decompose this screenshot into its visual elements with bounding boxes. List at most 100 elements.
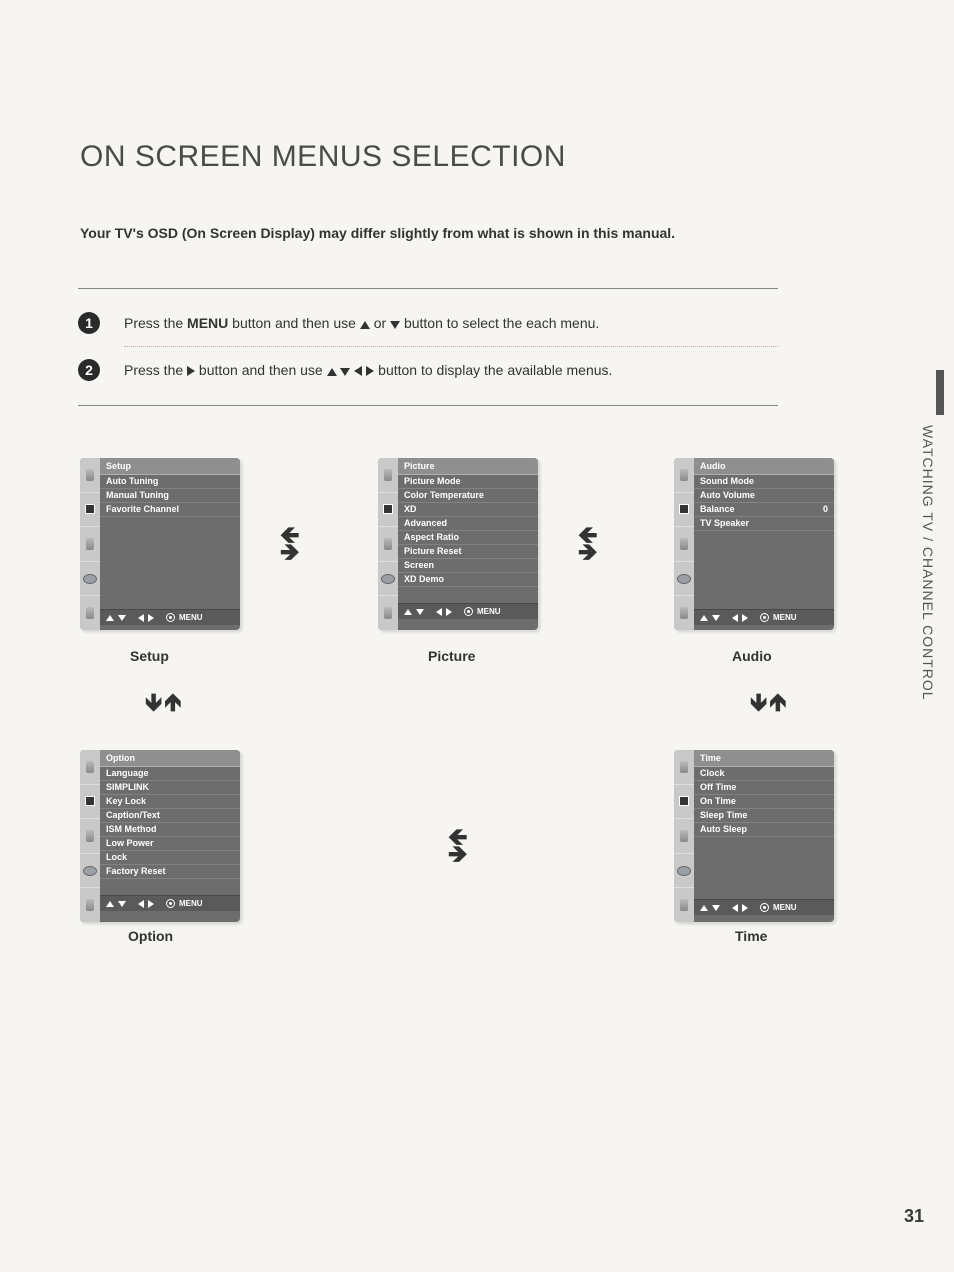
osd-time: Time Clock Off Time On Time Sleep Time A… xyxy=(674,750,834,922)
menu-item[interactable]: Manual Tuning xyxy=(100,489,240,503)
page-number: 31 xyxy=(904,1206,924,1227)
menu-item-balance[interactable]: Balance0 xyxy=(694,503,834,517)
sidebar-icon xyxy=(86,607,94,619)
osd-option: Option Language SIMPLINK Key Lock Captio… xyxy=(80,750,240,922)
sidebar-icon xyxy=(83,574,97,584)
up-arrow-icon xyxy=(404,609,412,615)
sidebar-icon xyxy=(85,796,95,806)
menu-item[interactable]: Key Lock xyxy=(100,795,240,809)
osd-title: Audio xyxy=(694,458,834,475)
sidebar-icon xyxy=(86,538,94,550)
text-fragment: button to display the available menus. xyxy=(374,362,612,378)
osd-sidebar xyxy=(378,458,398,630)
osd-label-time: Time xyxy=(735,928,767,944)
footer-menu-label: MENU xyxy=(179,899,203,908)
up-arrow-icon xyxy=(106,615,114,621)
osd-label-option: Option xyxy=(128,928,173,944)
osd-footer: MENU xyxy=(100,895,240,911)
osd-title: Option xyxy=(100,750,240,767)
left-right-arrows-icon: 🡸🡺 xyxy=(578,528,598,562)
step-1: 1 Press the MENU button and then use or … xyxy=(78,300,778,346)
down-arrow-icon xyxy=(416,609,424,615)
osd-label-setup: Setup xyxy=(130,648,169,664)
footer-menu-label: MENU xyxy=(773,903,797,912)
menu-item[interactable]: Favorite Channel xyxy=(100,503,240,517)
down-arrow-icon xyxy=(118,615,126,621)
down-arrow-icon xyxy=(390,321,400,329)
sidebar-icon xyxy=(85,504,95,514)
left-right-arrows-icon: 🡸🡺 xyxy=(448,830,468,864)
sidebar-icon xyxy=(677,574,691,584)
menu-item[interactable]: Low Power xyxy=(100,837,240,851)
text-fragment: Press the xyxy=(124,362,187,378)
ok-icon xyxy=(166,613,175,622)
osd-footer: MENU xyxy=(100,609,240,625)
menu-item[interactable]: Advanced xyxy=(398,517,538,531)
right-arrow-icon xyxy=(446,608,452,616)
section-tab: WATCHING TV / CHANNEL CONTROL xyxy=(914,370,936,730)
down-arrow-icon xyxy=(712,905,720,911)
text-fragment: Press the xyxy=(124,315,187,331)
down-arrow-icon xyxy=(712,615,720,621)
menu-item[interactable]: Clock xyxy=(694,767,834,781)
left-arrow-icon xyxy=(436,608,442,616)
menu-item[interactable]: XD xyxy=(398,503,538,517)
menu-item[interactable]: Picture Reset xyxy=(398,545,538,559)
sidebar-icon xyxy=(680,761,688,773)
text-fragment: button and then use xyxy=(228,315,360,331)
menu-item[interactable]: Sleep Time xyxy=(694,809,834,823)
step-number-badge: 2 xyxy=(78,359,100,381)
osd-sidebar xyxy=(80,458,100,630)
menu-word: MENU xyxy=(187,315,228,331)
sidebar-icon xyxy=(677,866,691,876)
up-arrow-icon xyxy=(700,615,708,621)
left-arrow-icon xyxy=(354,366,362,376)
menu-item[interactable]: Off Time xyxy=(694,781,834,795)
osd-sidebar xyxy=(80,750,100,922)
menu-item[interactable]: Language xyxy=(100,767,240,781)
text-fragment: or xyxy=(370,315,390,331)
sidebar-icon xyxy=(381,574,395,584)
right-arrow-icon xyxy=(148,900,154,908)
menu-item[interactable]: Color Temperature xyxy=(398,489,538,503)
sidebar-icon xyxy=(680,830,688,842)
osd-setup: Setup Auto Tuning Manual Tuning Favorite… xyxy=(80,458,240,630)
sidebar-icon xyxy=(680,469,688,481)
up-arrow-icon xyxy=(106,901,114,907)
osd-label-picture: Picture xyxy=(428,648,475,664)
menu-item[interactable]: Auto Tuning xyxy=(100,475,240,489)
sidebar-icon xyxy=(384,607,392,619)
text-fragment: button to select the each menu. xyxy=(400,315,599,331)
menu-item[interactable]: Auto Volume xyxy=(694,489,834,503)
menu-item[interactable]: ISM Method xyxy=(100,823,240,837)
menu-item[interactable]: Caption/Text xyxy=(100,809,240,823)
menu-item[interactable]: Picture Mode xyxy=(398,475,538,489)
menu-item[interactable]: On Time xyxy=(694,795,834,809)
osd-title: Time xyxy=(694,750,834,767)
section-title-vertical: WATCHING TV / CHANNEL CONTROL xyxy=(920,425,936,701)
menu-item[interactable]: Auto Sleep xyxy=(694,823,834,837)
right-arrow-icon xyxy=(148,614,154,622)
ok-icon xyxy=(760,613,769,622)
ok-icon xyxy=(760,903,769,912)
menu-item[interactable]: Sound Mode xyxy=(694,475,834,489)
osd-audio: Audio Sound Mode Auto Volume Balance0 TV… xyxy=(674,458,834,630)
osd-label-audio: Audio xyxy=(732,648,772,664)
divider xyxy=(78,405,778,406)
osd-sidebar xyxy=(674,458,694,630)
menu-item[interactable]: Factory Reset xyxy=(100,865,240,879)
sidebar-icon xyxy=(384,538,392,550)
osd-sidebar xyxy=(674,750,694,922)
left-right-arrows-icon: 🡸🡺 xyxy=(280,528,300,562)
osd-footer: MENU xyxy=(694,609,834,625)
left-arrow-icon xyxy=(732,614,738,622)
menu-item[interactable]: Lock xyxy=(100,851,240,865)
menu-item[interactable]: SIMPLINK xyxy=(100,781,240,795)
menu-item[interactable]: Aspect Ratio xyxy=(398,531,538,545)
osd-picture: Picture Picture Mode Color Temperature X… xyxy=(378,458,538,630)
menu-item[interactable]: Screen xyxy=(398,559,538,573)
menu-item[interactable]: TV Speaker xyxy=(694,517,834,531)
step-2-text: Press the button and then use button to … xyxy=(124,362,612,378)
menu-item[interactable]: XD Demo xyxy=(398,573,538,587)
balance-value: 0 xyxy=(823,504,828,514)
